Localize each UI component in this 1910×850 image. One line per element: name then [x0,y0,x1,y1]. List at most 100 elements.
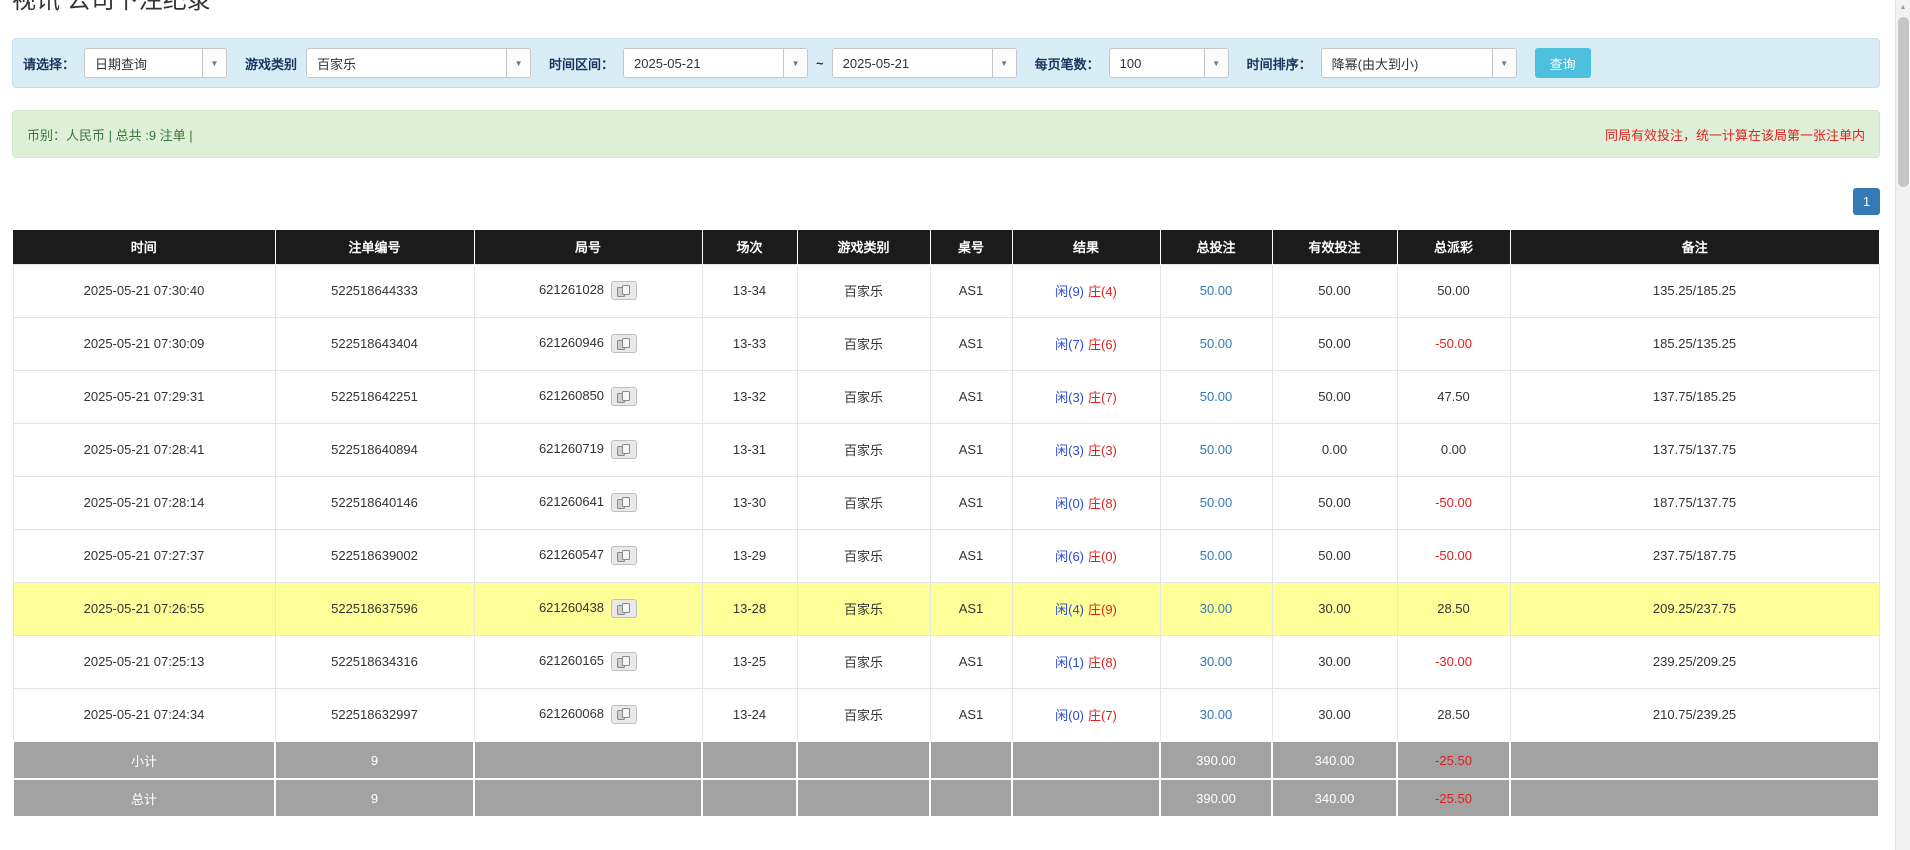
empty-cell [474,779,702,817]
banker-result: 庄(8) [1088,496,1117,511]
banker-result: 庄(4) [1088,284,1117,299]
round-cards-icon[interactable] [611,334,637,353]
chevron-down-icon[interactable]: ▼ [506,49,530,77]
page-size-value: 100 [1110,49,1204,77]
cell-session: 13-33 [702,317,797,370]
cell-total-bet: 30.00 [1160,688,1272,741]
cell-total-bet: 50.00 [1160,423,1272,476]
vertical-scrollbar[interactable]: ▲ [1895,0,1910,850]
round-cards-icon[interactable] [611,387,637,406]
cell-round: 621260641 [474,476,702,529]
cell-result: 闲(1)庄(8) [1012,635,1160,688]
cell-note: 187.75/137.75 [1510,476,1879,529]
cell-payout: 47.50 [1397,370,1510,423]
total-bet-link[interactable]: 30.00 [1200,707,1233,722]
grand-total-row: 总计 9 390.00 340.00 -25.50 [13,779,1879,817]
cell-session: 13-25 [702,635,797,688]
cell-payout: 0.00 [1397,423,1510,476]
cell-session: 13-29 [702,529,797,582]
round-cards-icon[interactable] [611,652,637,671]
empty-cell [702,741,797,779]
round-cards-icon[interactable] [611,546,637,565]
subtotal-valid-bet: 340.00 [1272,741,1397,779]
table-footer: 小计 9 390.00 340.00 -25.50 总计 9 [13,741,1879,817]
chevron-down-icon[interactable]: ▼ [1204,49,1228,77]
cell-result: 闲(0)庄(7) [1012,688,1160,741]
filter-group-page-size: 每页笔数： 100 ▼ [1035,48,1229,78]
cell-game-type: 百家乐 [797,582,930,635]
header-payout: 总派彩 [1397,230,1510,264]
banker-result: 庄(7) [1088,708,1117,723]
filter-group-sort: 时间排序： 降幂(由大到小) ▼ [1247,48,1517,78]
table-row: 2025-05-21 07:25:13 522518634316 6212601… [13,635,1879,688]
round-cards-icon[interactable] [611,599,637,618]
cell-payout: 50.00 [1397,264,1510,317]
total-bet-link[interactable]: 50.00 [1200,548,1233,563]
round-cards-icon[interactable] [611,281,637,300]
total-bet-link[interactable]: 50.00 [1200,495,1233,510]
currency-summary-text: 币别：人民币 | 总共 :9 注单 | [27,125,193,144]
time-range-label: 时间区间： [549,54,614,73]
table-row: 2025-05-21 07:27:37 522518639002 6212605… [13,529,1879,582]
empty-cell [1012,779,1160,817]
sort-select[interactable]: 降幂(由大到小) ▼ [1321,48,1517,78]
search-button[interactable]: 查询 [1535,48,1591,78]
empty-cell [474,741,702,779]
date-from-select[interactable]: 2025-05-21 ▼ [623,48,808,78]
header-round: 局号 [474,230,702,264]
chevron-down-icon[interactable]: ▼ [1492,49,1516,77]
chevron-down-icon[interactable]: ▼ [992,49,1016,77]
scrollbar-thumb[interactable] [1898,17,1909,187]
cell-table-no: AS1 [930,423,1012,476]
table-header: 时间 注单编号 局号 场次 游戏类别 桌号 结果 总投注 有效投注 总派彩 备注 [13,230,1879,264]
total-bet-link[interactable]: 50.00 [1200,389,1233,404]
cell-time: 2025-05-21 07:26:55 [13,582,275,635]
cell-total-bet: 30.00 [1160,582,1272,635]
banker-result: 庄(8) [1088,655,1117,670]
chevron-down-icon[interactable]: ▼ [202,49,226,77]
query-type-select[interactable]: 日期查询 ▼ [84,48,227,78]
header-bet-id: 注单编号 [275,230,474,264]
page-size-select[interactable]: 100 ▼ [1109,48,1229,78]
cell-table-no: AS1 [930,370,1012,423]
total-bet-link[interactable]: 50.00 [1200,442,1233,457]
cell-valid-bet: 50.00 [1272,529,1397,582]
cell-valid-bet: 30.00 [1272,635,1397,688]
cell-result: 闲(4)庄(9) [1012,582,1160,635]
cell-total-bet: 50.00 [1160,476,1272,529]
total-bet-link[interactable]: 30.00 [1200,654,1233,669]
cell-session: 13-24 [702,688,797,741]
total-bet-link[interactable]: 30.00 [1200,601,1233,616]
cell-valid-bet: 30.00 [1272,688,1397,741]
cell-game-type: 百家乐 [797,635,930,688]
date-to-select[interactable]: 2025-05-21 ▼ [832,48,1017,78]
total-bet-link[interactable]: 50.00 [1200,336,1233,351]
cell-bet-id: 522518637596 [275,582,474,635]
round-cards-icon[interactable] [611,493,637,512]
date-to-value: 2025-05-21 [833,49,992,77]
cell-game-type: 百家乐 [797,370,930,423]
cell-payout: 28.50 [1397,582,1510,635]
pagination-page-1[interactable]: 1 [1853,188,1880,215]
cell-note: 209.25/237.75 [1510,582,1879,635]
table-row: 2025-05-21 07:30:40 522518644333 6212610… [13,264,1879,317]
cell-game-type: 百家乐 [797,688,930,741]
cell-game-type: 百家乐 [797,529,930,582]
cell-note: 135.25/185.25 [1510,264,1879,317]
round-cards-icon[interactable] [611,705,637,724]
cell-game-type: 百家乐 [797,317,930,370]
player-result: 闲(3) [1055,443,1084,458]
total-bet-link[interactable]: 50.00 [1200,283,1233,298]
cell-game-type: 百家乐 [797,264,930,317]
cell-table-no: AS1 [930,317,1012,370]
cell-time: 2025-05-21 07:27:37 [13,529,275,582]
cell-bet-id: 522518640146 [275,476,474,529]
cell-valid-bet: 50.00 [1272,317,1397,370]
cell-session: 13-28 [702,582,797,635]
round-cards-icon[interactable] [611,440,637,459]
game-type-select[interactable]: 百家乐 ▼ [306,48,531,78]
cell-round: 621261028 [474,264,702,317]
chevron-down-icon[interactable]: ▼ [783,49,807,77]
scroll-up-arrow-icon[interactable]: ▲ [1896,0,1910,15]
cell-result: 闲(0)庄(8) [1012,476,1160,529]
